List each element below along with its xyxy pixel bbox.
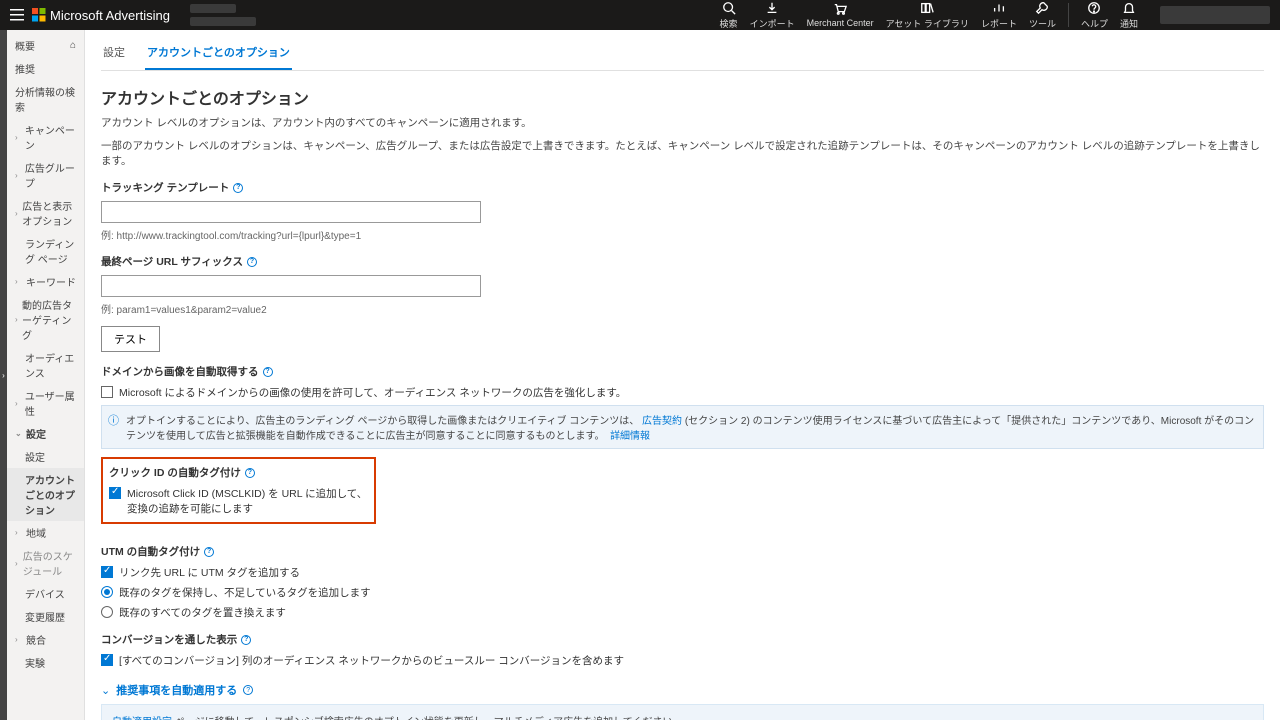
info-icon[interactable]: ? <box>263 367 273 377</box>
sidebar-item[interactable]: ›ユーザー属性 <box>7 384 84 422</box>
sidebar-item[interactable]: デバイス <box>7 582 84 605</box>
utm-radio2-row: 既存のすべてのタグを置き換えます <box>101 605 1264 620</box>
suffix-example: 例: param1=values1&param2=value2 <box>101 301 1264 316</box>
sidebar-item[interactable]: ›広告と表示オプション <box>7 194 84 232</box>
top-action-bell[interactable]: 通知 <box>1120 1 1138 30</box>
click-id-highlight: クリック ID の自動タグ付け ? Microsoft Click ID (MS… <box>101 457 376 524</box>
sidebar-item[interactable]: ⌄設定 <box>7 422 84 445</box>
domain-image-label: ドメインから画像を自動取得する ? <box>101 364 1264 379</box>
utm-checkbox[interactable] <box>101 566 113 578</box>
domain-image-checkbox-row: Microsoft によるドメインからの画像の使用を許可して、オーディエンス ネ… <box>101 385 1264 400</box>
sidebar-item[interactable]: ›広告のスケジュール <box>7 544 84 582</box>
sidebar-item[interactable]: 概要⌂ <box>7 34 84 57</box>
top-bar: Microsoft Advertising 検索インポート Merchant Ce… <box>0 0 1280 30</box>
top-action-download[interactable]: インポート <box>750 1 795 30</box>
info-icon[interactable]: ? <box>204 547 214 557</box>
tracking-template-input[interactable] <box>101 201 481 223</box>
collapse-rail[interactable]: › <box>0 30 7 720</box>
sidebar-item[interactable]: 変更履歴 <box>7 605 84 628</box>
sidebar-item[interactable]: 分析情報の検索 <box>7 80 84 118</box>
sidebar-item[interactable]: ›キーワード <box>7 270 84 293</box>
top-action-help[interactable]: ヘルプ <box>1081 1 1108 30</box>
info-icon[interactable]: ? <box>243 685 253 695</box>
sidebar: 概要⌂推奨分析情報の検索›キャンペーン›広告グループ›広告と表示オプションランデ… <box>7 30 85 720</box>
tracking-template-label: トラッキング テンプレート ? <box>101 180 1264 195</box>
main-content: 設定アカウントごとのオプション アカウントごとのオプション アカウント レベルの… <box>85 30 1280 720</box>
info-icon[interactable]: ? <box>245 468 255 478</box>
top-action-library[interactable]: アセット ライブラリ <box>886 1 969 30</box>
click-id-checkbox[interactable] <box>109 487 121 499</box>
home-icon: ⌂ <box>70 40 76 51</box>
page-desc-1: アカウント レベルのオプションは、アカウント内のすべてのキャンペーンに適用されま… <box>101 115 1264 130</box>
click-id-checkbox-row: Microsoft Click ID (MSCLKID) を URL に追加して… <box>109 486 368 516</box>
sidebar-item[interactable]: ›キャンペーン <box>7 118 84 156</box>
info-icon[interactable]: ? <box>247 257 257 267</box>
tab[interactable]: 設定 <box>101 40 127 70</box>
top-action-search[interactable]: 検索 <box>720 1 738 30</box>
ad-agreement-link[interactable]: 広告契約 <box>642 416 682 427</box>
sidebar-item[interactable]: 設定 <box>7 445 84 468</box>
brand-text: Microsoft Advertising <box>50 8 170 23</box>
top-action-report[interactable]: レポート <box>981 1 1017 30</box>
tabs: 設定アカウントごとのオプション <box>101 30 1264 71</box>
recommend-box: 自動適用設定 ページに移動して、レスポンシブ検索広告のオプトイン状態を更新し、マ… <box>101 704 1264 720</box>
tab[interactable]: アカウントごとのオプション <box>145 40 292 70</box>
sidebar-item[interactable]: ›広告グループ <box>7 156 84 194</box>
sidebar-item[interactable]: ›動的広告ターゲティング <box>7 293 84 346</box>
account-redacted <box>190 4 256 26</box>
sidebar-item[interactable]: 実験 <box>7 651 84 674</box>
sidebar-item[interactable]: アカウントごとのオプション <box>7 468 84 521</box>
waffle-menu-icon[interactable] <box>10 8 24 22</box>
utm-radio1-row: 既存のタグを保持し、不足しているタグを追加します <box>101 585 1264 600</box>
microsoft-logo-icon <box>32 8 46 22</box>
conversion-label: コンバージョンを通した表示 ? <box>101 632 1264 647</box>
conversion-checkbox-row: [すべてのコンバージョン] 列のオーディエンス ネットワークからのビュースルー … <box>101 653 1264 668</box>
info-icon[interactable]: ? <box>241 635 251 645</box>
sidebar-item[interactable]: ランディング ページ <box>7 232 84 270</box>
tracking-example: 例: http://www.trackingtool.com/tracking?… <box>101 227 1264 242</box>
sidebar-item[interactable]: ›競合 <box>7 628 84 651</box>
page-title: アカウントごとのオプション <box>101 85 1264 109</box>
utm-label: UTM の自動タグ付け ? <box>101 544 1264 559</box>
sidebar-item[interactable]: ›地域 <box>7 521 84 544</box>
domain-image-info: オプトインすることにより、広告主のランディング ページから取得した画像またはクリ… <box>101 405 1264 449</box>
chevron-down-icon: ⌄ <box>101 684 110 697</box>
click-id-label: クリック ID の自動タグ付け ? <box>109 465 368 480</box>
sidebar-item[interactable]: オーディエンス <box>7 346 84 384</box>
top-actions: 検索インポート Merchant Center アセット ライブラリレポートツールヘ… <box>720 1 1270 30</box>
sidebar-item[interactable]: 推奨 <box>7 57 84 80</box>
top-action-tool[interactable]: ツール <box>1029 1 1056 30</box>
url-suffix-label: 最終ページ URL サフィックス ? <box>101 254 1264 269</box>
domain-image-checkbox[interactable] <box>101 386 113 398</box>
top-action-cart[interactable]: Merchant Center <box>807 2 874 28</box>
utm-replace-radio[interactable] <box>101 606 113 618</box>
brand: Microsoft Advertising <box>32 8 170 23</box>
utm-keep-radio[interactable] <box>101 586 113 598</box>
page-desc-2: 一部のアカウント レベルのオプションは、キャンペーン、広告グループ、または広告設… <box>101 138 1264 168</box>
test-button[interactable]: テスト <box>101 326 160 352</box>
conversion-checkbox[interactable] <box>101 654 113 666</box>
info-icon[interactable]: ? <box>233 183 243 193</box>
more-info-link[interactable]: 詳細情報 <box>610 431 650 442</box>
utm-checkbox-row: リンク先 URL に UTM タグを追加する <box>101 565 1264 580</box>
recommend-header[interactable]: ⌄ 推奨事項を自動適用する ? <box>101 682 1264 698</box>
url-suffix-input[interactable] <box>101 275 481 297</box>
